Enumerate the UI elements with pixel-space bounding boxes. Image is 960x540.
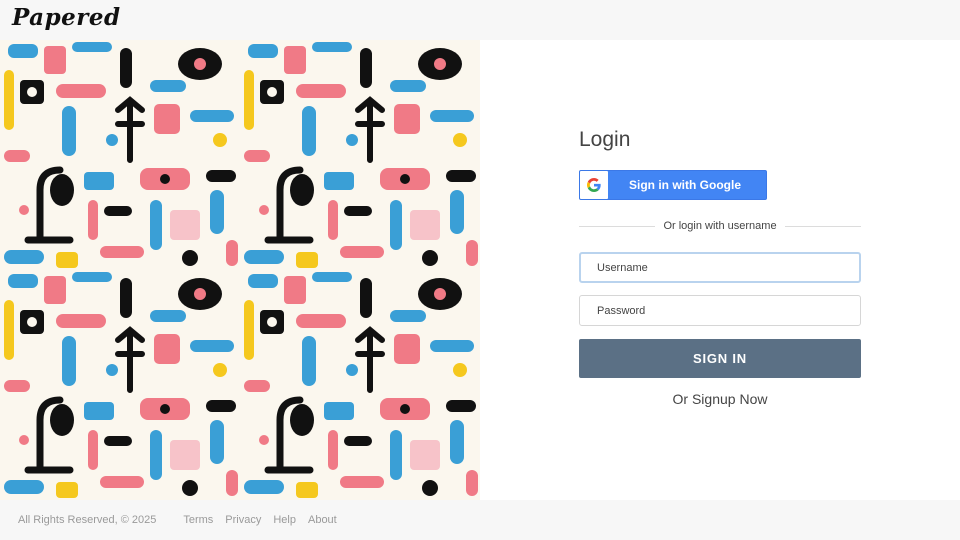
papered-logo[interactable]: Papered [12, 4, 121, 31]
google-signin-button[interactable]: Sign in with Google [579, 170, 767, 200]
signup-link[interactable]: Or Signup Now [579, 391, 861, 407]
google-signin-label: Sign in with Google [629, 178, 741, 192]
sign-in-button[interactable]: SIGN IN [579, 339, 861, 378]
decorative-pattern-image [0, 40, 480, 500]
pattern-art [0, 40, 480, 500]
login-panel: Login Sign in with Google Or login with … [480, 40, 960, 500]
footer-link-privacy[interactable]: Privacy [225, 514, 261, 526]
footer-link-terms[interactable]: Terms [183, 514, 213, 526]
or-divider: Or login with username [579, 217, 862, 235]
pattern-fill [0, 40, 480, 500]
copyright-text: All Rights Reserved, © 2025 [18, 514, 157, 526]
divider-text: Or login with username [663, 220, 777, 232]
divider-line-left [579, 225, 656, 227]
footer-link-about[interactable]: About [308, 514, 337, 526]
username-input[interactable] [579, 252, 861, 283]
top-bar: Papered [0, 0, 960, 40]
divider-line-right [784, 225, 862, 227]
google-icon [580, 171, 608, 199]
footer: All Rights Reserved, © 2025 Terms Privac… [0, 500, 960, 540]
footer-link-help[interactable]: Help [273, 514, 296, 526]
password-input[interactable] [579, 295, 861, 326]
login-title: Login [579, 128, 631, 151]
